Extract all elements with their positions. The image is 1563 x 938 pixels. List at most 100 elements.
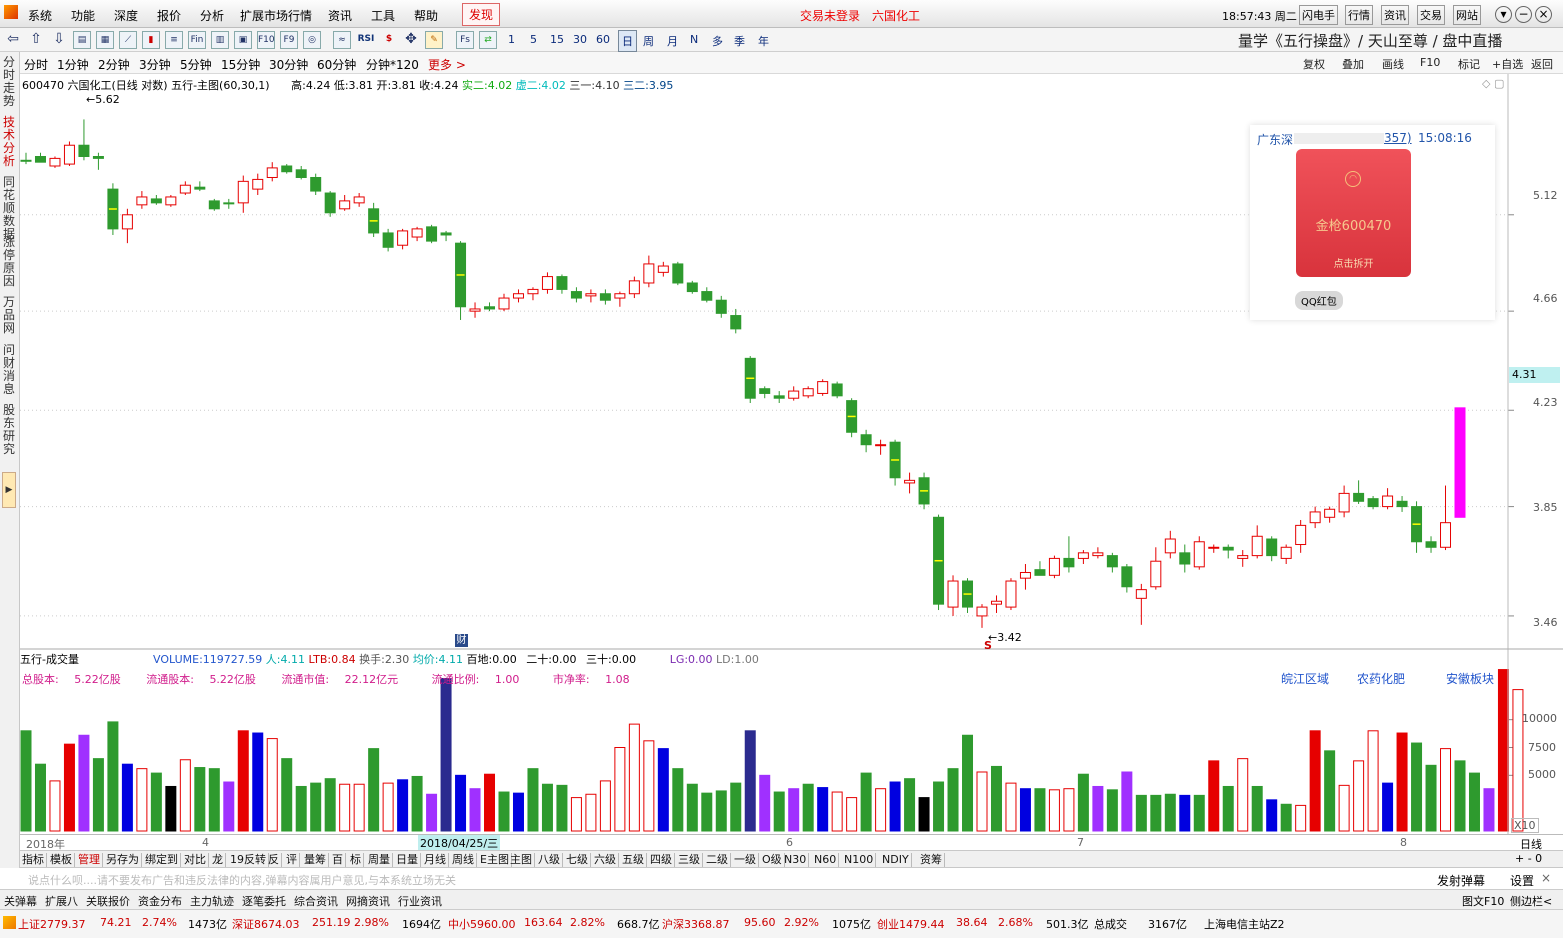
indicator-tab[interactable]: 三级 [676, 853, 703, 867]
func-tab[interactable]: 主力轨迹 [190, 893, 234, 909]
indicator-tab[interactable]: 反 [266, 853, 282, 867]
add-watchlist-button[interactable]: +自选 [1492, 56, 1523, 72]
func-tab[interactable]: 资金分布 [138, 893, 182, 909]
minimize-icon[interactable]: − [1515, 6, 1532, 23]
indicator-tab[interactable]: 周线 [450, 853, 477, 867]
kline-icon[interactable]: ▮ [142, 31, 160, 49]
period-year[interactable]: 年 [758, 33, 769, 49]
f10-button[interactable]: F10 [1420, 56, 1440, 69]
danmu-input[interactable]: 说点什么呗....请不要发布广告和违反法律的内容,弹幕内容属用户意见,与本系统立… [28, 872, 456, 888]
line-chart-icon[interactable]: ⟋ [119, 31, 137, 49]
func-tab[interactable]: 关联报价 [86, 893, 130, 909]
indicator-tab[interactable]: N60 [812, 853, 840, 867]
menu-analysis[interactable]: 分析 [200, 7, 224, 24]
sector-tag-fertilizer[interactable]: 农药化肥 [1357, 670, 1405, 687]
send-danmu-button[interactable]: 发射弹幕 [1437, 872, 1485, 889]
indicator-tab[interactable]: 量筹 [302, 853, 329, 867]
tab-market[interactable]: 行情 [1345, 5, 1373, 25]
func-tab[interactable]: 扩展八 [45, 893, 78, 909]
indicator-tab[interactable]: 主图 [508, 853, 535, 867]
calendar-icon[interactable]: ▣ [234, 31, 252, 49]
ticker-zx[interactable]: 中小5960.00 [448, 916, 516, 932]
side-tab-technical[interactable]: 技术分析 [3, 116, 17, 168]
menu-system[interactable]: 系统 [28, 7, 52, 24]
down-icon[interactable]: ⇩ [50, 31, 68, 49]
menu-tools[interactable]: 工具 [371, 7, 395, 24]
indicator-tab[interactable]: 日量 [394, 853, 421, 867]
menu-depth[interactable]: 深度 [114, 7, 138, 24]
f9-icon[interactable]: F9 [280, 31, 298, 49]
indicator-tab[interactable]: 指标 [20, 853, 47, 867]
money-icon[interactable]: $ [380, 31, 398, 49]
report-icon[interactable]: ▤ [73, 31, 91, 49]
pencil-icon[interactable]: ✎ [425, 31, 443, 49]
indicator-tab[interactable]: E主图 [478, 853, 512, 867]
func-tab[interactable]: 网摘资讯 [346, 893, 390, 909]
period-1min[interactable]: 1分钟 [57, 56, 89, 73]
side-tab-timeshare[interactable]: 分时走势 [3, 56, 17, 108]
ticker-logo-icon[interactable] [3, 916, 16, 929]
tab-news[interactable]: 资讯 [1381, 5, 1409, 25]
finance-marker-icon[interactable]: 财 [455, 634, 468, 647]
indicator-tab[interactable]: 一级 [732, 853, 759, 867]
chart-corner-icons[interactable]: ◇ ▢ [1482, 77, 1504, 90]
red-envelope[interactable]: ◠ 金枪600470 点击拆开 [1296, 149, 1411, 277]
period-week[interactable]: 周 [643, 33, 654, 49]
menu-extended-market[interactable]: 扩展市场行情 [240, 7, 312, 24]
period-15min[interactable]: 15分钟 [221, 56, 260, 73]
side-tab-shareholders[interactable]: 股东研究 [3, 404, 17, 456]
back-icon[interactable]: ⇦ [4, 31, 22, 49]
danmu-settings-button[interactable]: 设置 [1510, 872, 1534, 889]
menu-quote[interactable]: 报价 [157, 7, 181, 24]
close-icon[interactable]: × [1535, 6, 1552, 23]
tab-website[interactable]: 网站 [1453, 5, 1481, 25]
login-status[interactable]: 交易未登录 [800, 7, 860, 24]
func-tab[interactable]: 综合资讯 [294, 893, 338, 909]
f10-icon[interactable]: F10 [257, 31, 275, 49]
indicator-tab[interactable]: 二级 [704, 853, 731, 867]
side-tab-wanpin[interactable]: 万品网 [3, 296, 17, 335]
tab-flash[interactable]: 闪电手 [1299, 5, 1338, 25]
indicator-tab[interactable]: 月线 [422, 853, 449, 867]
period-timeshare[interactable]: 分时 [24, 56, 48, 73]
indicator-tab[interactable]: 八级 [536, 853, 563, 867]
zoom-controls[interactable]: + - 0 [1515, 852, 1542, 865]
sidebar-toggle-button[interactable]: 侧边栏< [1510, 893, 1552, 909]
fuquan-button[interactable]: 复权 [1303, 56, 1325, 72]
ticker-cy[interactable]: 创业1479.44 [877, 916, 945, 932]
indicator-tab[interactable]: O级 [760, 853, 785, 867]
ticker-hs[interactable]: 沪深3368.87 [662, 916, 730, 932]
indicator-tab[interactable]: 对比 [182, 853, 209, 867]
indicator-tab[interactable]: 周量 [366, 853, 393, 867]
ticker-sz[interactable]: 深证8674.03 [232, 916, 300, 932]
period-month[interactable]: 月 [667, 33, 678, 49]
indicator-tab[interactable]: 五级 [620, 853, 647, 867]
indicator-tab[interactable]: 资筹 [918, 853, 945, 867]
indicator-tab[interactable]: 标 [348, 853, 364, 867]
side-tab-limit-reason[interactable]: 涨停原因 [3, 236, 17, 288]
side-tab-wencai[interactable]: 问财消息 [3, 344, 17, 396]
period-30min[interactable]: 30分钟 [269, 56, 308, 73]
indicator-tab[interactable]: 龙 [210, 853, 226, 867]
switch-icon[interactable]: ⇄ [479, 31, 497, 49]
sector-tag-wanjiang[interactable]: 皖江区域 [1281, 670, 1329, 687]
indicator-tab[interactable]: 模板 [48, 853, 75, 867]
period-30[interactable]: 30 [573, 33, 587, 46]
ticker-sh[interactable]: 上证2779.37 [18, 916, 86, 932]
indicator-tab[interactable]: N100 [842, 853, 877, 867]
period-5[interactable]: 5 [530, 33, 537, 46]
period-multi[interactable]: 多 [712, 33, 723, 49]
return-button[interactable]: 返回 [1531, 56, 1553, 72]
app-logo-icon[interactable] [4, 5, 18, 19]
refresh-icon[interactable]: ◎ [303, 31, 321, 49]
indicator-tab[interactable]: 百 [330, 853, 346, 867]
sender-id[interactable]: 357) [1384, 131, 1412, 145]
collapse-arrow-icon[interactable]: ▶ [2, 472, 16, 508]
period-120min[interactable]: 分钟*120 [366, 56, 419, 73]
indicator-tab[interactable]: 另存为 [104, 853, 142, 867]
period-3min[interactable]: 3分钟 [139, 56, 171, 73]
indicator-tab[interactable]: 管理 [76, 853, 103, 867]
up-icon[interactable]: ⇧ [27, 31, 45, 49]
menu-discover[interactable]: 发现 [462, 3, 501, 26]
indicator-tab[interactable]: 评 [284, 853, 300, 867]
